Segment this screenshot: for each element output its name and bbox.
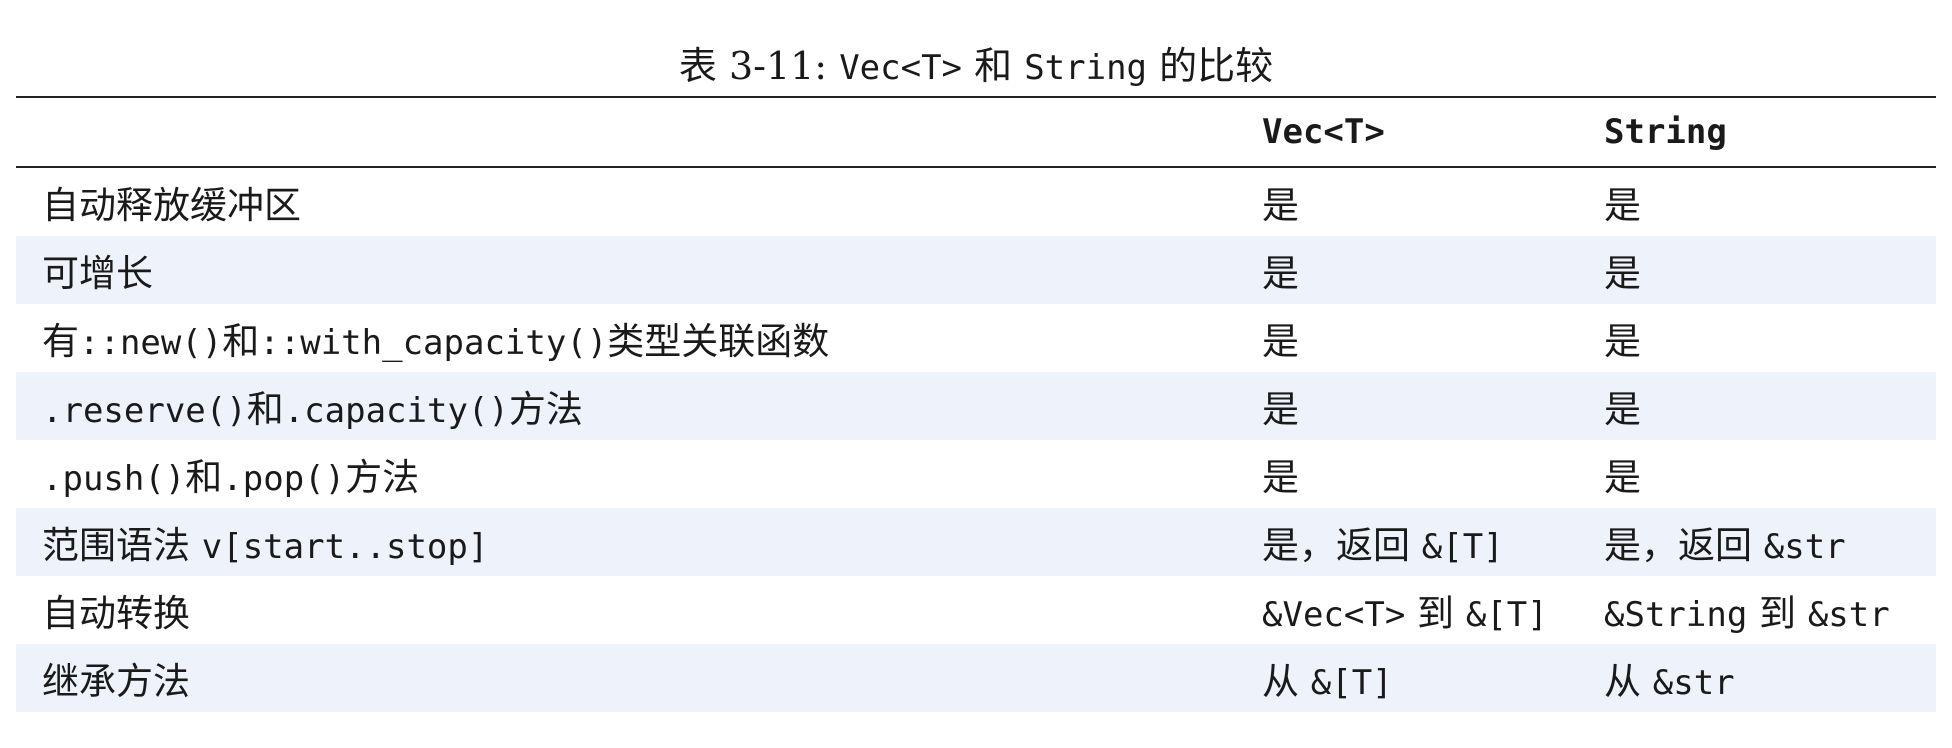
vec-cell: 是，返回 &[T] (1262, 524, 1504, 567)
feature-cell: .push()和.pop()方法 (42, 456, 420, 499)
string-cell: 是 (1604, 184, 1641, 227)
vec-cell: &Vec<T> 到 &[T] (1262, 592, 1548, 635)
caption-code-vec: Vec<T> (839, 48, 963, 88)
table-row: 可增长 是 是 (16, 236, 1936, 304)
vec-cell: 从 &[T] (1262, 660, 1393, 703)
caption-code-string: String (1024, 48, 1148, 88)
vec-cell: 是 (1262, 456, 1299, 499)
table-caption: 表 3-11: Vec<T> 和 String 的比较 (0, 42, 1952, 92)
feature-cell: 继承方法 (42, 660, 190, 703)
table-row: .reserve()和.capacity()方法 是 是 (16, 372, 1936, 440)
vec-cell: 是 (1262, 320, 1299, 363)
string-cell: 是 (1604, 388, 1641, 431)
feature-cell: .reserve()和.capacity()方法 (42, 388, 583, 431)
feature-cell: 可增长 (42, 252, 153, 295)
table-row: 继承方法 从 &[T] 从 &str (16, 644, 1936, 712)
vec-cell: 是 (1262, 388, 1299, 431)
table-row: 自动释放缓冲区 是 是 (16, 168, 1936, 236)
string-cell: 是 (1604, 456, 1641, 499)
caption-prefix: 表 3-11: (678, 44, 840, 88)
feature-cell: 自动释放缓冲区 (42, 184, 301, 227)
table-row: .push()和.pop()方法 是 是 (16, 440, 1936, 508)
table-row: 自动转换 &Vec<T> 到 &[T] &String 到 &str (16, 576, 1936, 644)
vec-cell: 是 (1262, 184, 1299, 227)
feature-cell: 自动转换 (42, 592, 190, 635)
comparison-table: Vec<T> String 自动释放缓冲区 是 是 可增长 是 是 有::new… (16, 96, 1936, 712)
header-string: String (1604, 112, 1727, 152)
vec-cell: 是 (1262, 252, 1299, 295)
string-cell: &String 到 &str (1604, 592, 1890, 635)
caption-suffix: 的比较 (1147, 44, 1274, 88)
table-row: 有::new()和::with_capacity()类型关联函数 是 是 (16, 304, 1936, 372)
feature-cell: 有::new()和::with_capacity()类型关联函数 (42, 320, 830, 363)
string-cell: 是 (1604, 320, 1641, 363)
string-cell: 是，返回 &str (1604, 524, 1846, 567)
header-vec: Vec<T> (1262, 112, 1385, 152)
caption-mid: 和 (962, 44, 1025, 88)
table-header-row: Vec<T> String (16, 98, 1936, 166)
string-cell: 是 (1604, 252, 1641, 295)
table-row: 范围语法 v[start..stop] 是，返回 &[T] 是，返回 &str (16, 508, 1936, 576)
string-cell: 从 &str (1604, 660, 1735, 703)
feature-cell: 范围语法 v[start..stop] (42, 524, 489, 567)
